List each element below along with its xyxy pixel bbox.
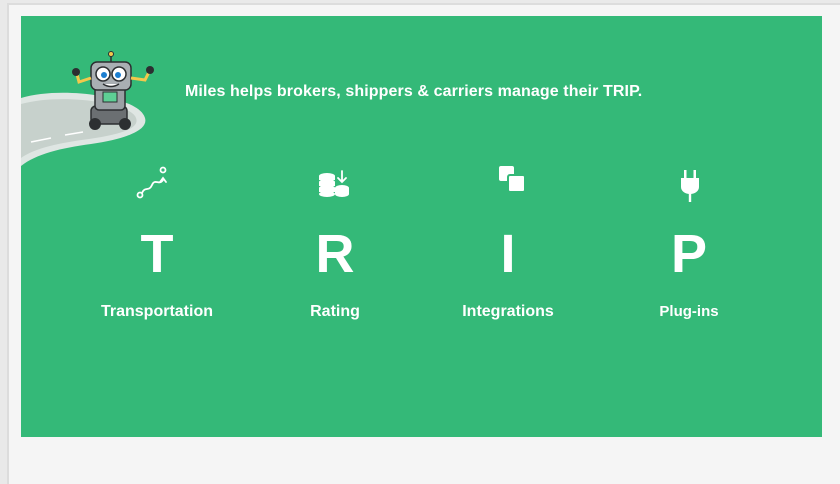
route-icon bbox=[136, 166, 167, 199]
pillar-rating: R Rating bbox=[245, 16, 425, 336]
overlapping-squares-icon bbox=[499, 166, 526, 193]
pillar-label: Rating bbox=[310, 303, 360, 320]
plug-icon bbox=[681, 170, 699, 202]
pillar-letter: T bbox=[140, 224, 174, 284]
pillar-transportation: T Transportation bbox=[67, 16, 247, 336]
pillar-letter: R bbox=[315, 224, 355, 284]
coin-stack-icon bbox=[319, 170, 349, 197]
pillar-plug-ins: P Plug-ins bbox=[599, 16, 779, 336]
pillar-label: Plug-ins bbox=[659, 303, 719, 320]
pillar-label: Transportation bbox=[100, 303, 213, 320]
pillar-integrations: I Integrations bbox=[418, 16, 598, 336]
trip-feature-panel: Miles helps brokers, shippers & carriers… bbox=[21, 16, 822, 437]
pillar-letter: P bbox=[670, 224, 708, 284]
pillar-label: Integrations bbox=[462, 303, 554, 320]
pillar-letter: I bbox=[500, 224, 516, 284]
